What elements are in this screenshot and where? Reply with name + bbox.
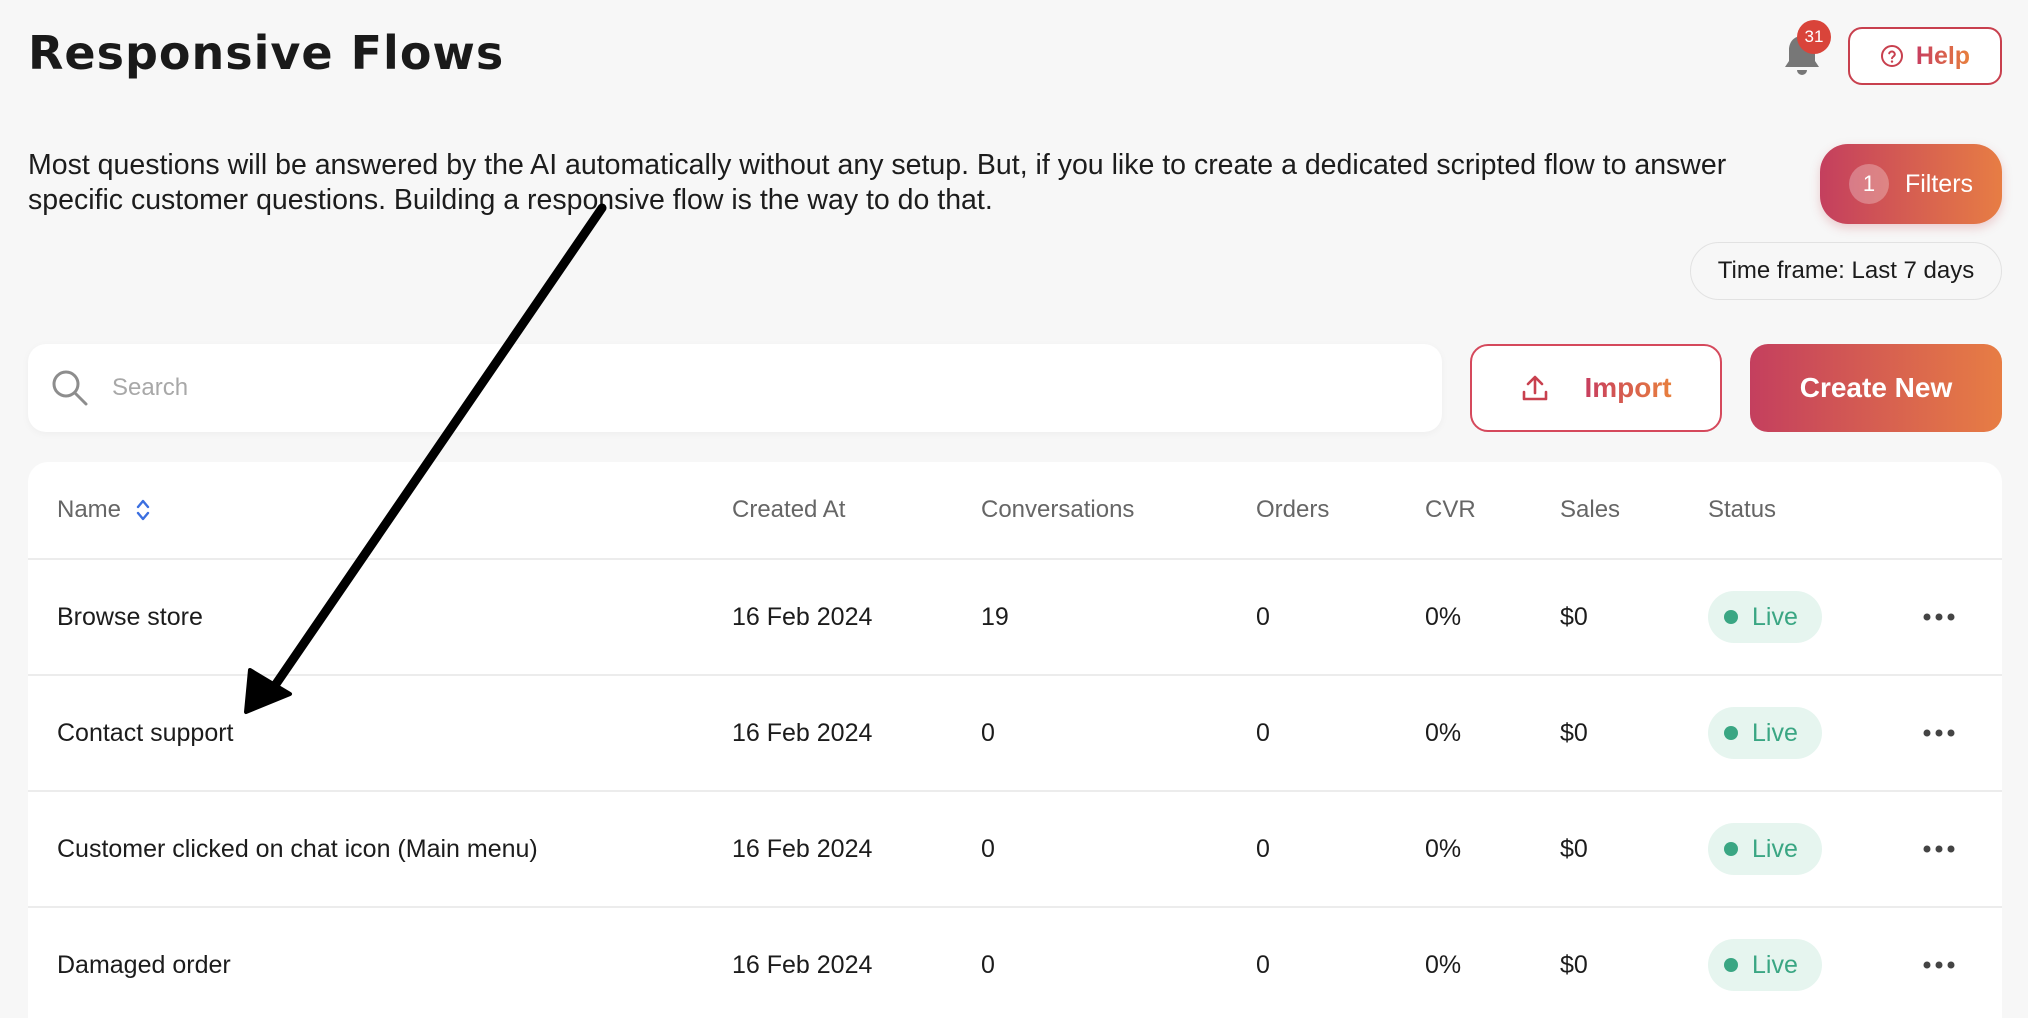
flows-table: Name Created At Conversations Orders CVR… bbox=[28, 462, 2002, 1018]
status-cell: Live bbox=[1708, 792, 1822, 906]
import-button[interactable]: Import bbox=[1470, 344, 1722, 432]
column-header-created-at: Created At bbox=[732, 496, 846, 523]
orders-count: 0 bbox=[1256, 950, 1270, 979]
table-row[interactable]: Contact support 16 Feb 2024 0 0 0% $0 Li… bbox=[28, 674, 2002, 790]
status-cell: Live bbox=[1708, 560, 1822, 674]
status-badge: Live bbox=[1708, 707, 1822, 759]
column-header-name[interactable]: Name bbox=[57, 462, 151, 558]
status-label: Live bbox=[1752, 950, 1798, 979]
orders-count: 0 bbox=[1256, 602, 1270, 631]
column-header-conversations: Conversations bbox=[981, 496, 1135, 523]
row-actions-button[interactable] bbox=[1923, 908, 1955, 1018]
conversations-count: 0 bbox=[981, 950, 995, 979]
column-header-status: Status bbox=[1708, 496, 1777, 523]
flow-name[interactable]: Damaged order bbox=[57, 908, 231, 1018]
help-button[interactable]: Help bbox=[1848, 27, 2002, 85]
status-cell: Live bbox=[1708, 908, 1822, 1018]
filters-button[interactable]: 1 Filters bbox=[1820, 144, 2002, 224]
more-horizontal-icon bbox=[1923, 845, 1955, 853]
search-icon bbox=[52, 370, 88, 406]
conversations-count: 19 bbox=[981, 602, 1009, 631]
status-label: Live bbox=[1752, 718, 1798, 747]
notification-badge: 31 bbox=[1797, 20, 1831, 54]
row-actions-button[interactable] bbox=[1923, 792, 1955, 906]
flow-name[interactable]: Contact support bbox=[57, 676, 234, 790]
created-at: 16 Feb 2024 bbox=[732, 602, 873, 631]
created-at: 16 Feb 2024 bbox=[732, 834, 873, 863]
upload-icon bbox=[1523, 375, 1548, 401]
cvr-value: 0% bbox=[1425, 718, 1462, 747]
page-title: Responsive Flows bbox=[28, 26, 505, 80]
filters-count-badge: 1 bbox=[1848, 164, 1889, 204]
help-label: Help bbox=[1915, 41, 1971, 70]
cvr-value: 0% bbox=[1425, 834, 1462, 863]
more-horizontal-icon bbox=[1923, 613, 1955, 621]
orders-count: 0 bbox=[1256, 718, 1270, 747]
timeframe-selector[interactable]: Time frame: Last 7 days bbox=[1690, 242, 2002, 300]
table-row[interactable]: Customer clicked on chat icon (Main menu… bbox=[28, 790, 2002, 906]
table-row[interactable]: Browse store 16 Feb 2024 19 0 0% $0 Live bbox=[28, 558, 2002, 674]
status-label: Live bbox=[1752, 834, 1798, 863]
status-label: Live bbox=[1752, 602, 1798, 631]
status-badge: Live bbox=[1708, 591, 1822, 643]
conversations-count: 0 bbox=[981, 834, 995, 863]
help-circle-icon bbox=[1880, 45, 1903, 67]
table-header-row: Name Created At Conversations Orders CVR… bbox=[28, 462, 2002, 558]
create-new-button[interactable]: Create New bbox=[1750, 344, 2002, 432]
more-horizontal-icon bbox=[1923, 961, 1955, 969]
sales-value: $0 bbox=[1560, 950, 1588, 979]
search-input[interactable] bbox=[112, 362, 1412, 414]
created-at: 16 Feb 2024 bbox=[732, 950, 873, 979]
sales-value: $0 bbox=[1560, 834, 1588, 863]
status-dot-icon bbox=[1724, 726, 1738, 740]
flow-name[interactable]: Customer clicked on chat icon (Main menu… bbox=[57, 792, 538, 906]
cvr-value: 0% bbox=[1425, 950, 1462, 979]
conversations-count: 0 bbox=[981, 718, 995, 747]
status-badge: Live bbox=[1708, 939, 1822, 991]
created-at: 16 Feb 2024 bbox=[732, 718, 873, 747]
column-header-orders: Orders bbox=[1256, 496, 1330, 523]
row-actions-button[interactable] bbox=[1923, 676, 1955, 790]
status-badge: Live bbox=[1708, 823, 1822, 875]
status-dot-icon bbox=[1724, 842, 1738, 856]
sort-icon[interactable] bbox=[135, 497, 151, 523]
table-row[interactable]: Damaged order 16 Feb 2024 0 0 0% $0 Live bbox=[28, 906, 2002, 1018]
filters-label: Filters bbox=[1904, 169, 1974, 198]
sales-value: $0 bbox=[1560, 718, 1588, 747]
import-label: Import bbox=[1584, 372, 1672, 403]
more-horizontal-icon bbox=[1923, 729, 1955, 737]
row-actions-button[interactable] bbox=[1923, 560, 1955, 674]
column-header-label: Name bbox=[57, 496, 122, 523]
intro-text: Most questions will be answered by the A… bbox=[28, 149, 1727, 216]
orders-count: 0 bbox=[1256, 834, 1270, 863]
status-dot-icon bbox=[1724, 610, 1738, 624]
cvr-value: 0% bbox=[1425, 602, 1462, 631]
status-cell: Live bbox=[1708, 676, 1822, 790]
sales-value: $0 bbox=[1560, 602, 1588, 631]
flow-name[interactable]: Browse store bbox=[57, 560, 203, 674]
column-header-cvr: CVR bbox=[1425, 496, 1476, 523]
column-header-sales: Sales bbox=[1560, 496, 1621, 523]
status-dot-icon bbox=[1724, 958, 1738, 972]
search-box bbox=[28, 344, 1442, 432]
